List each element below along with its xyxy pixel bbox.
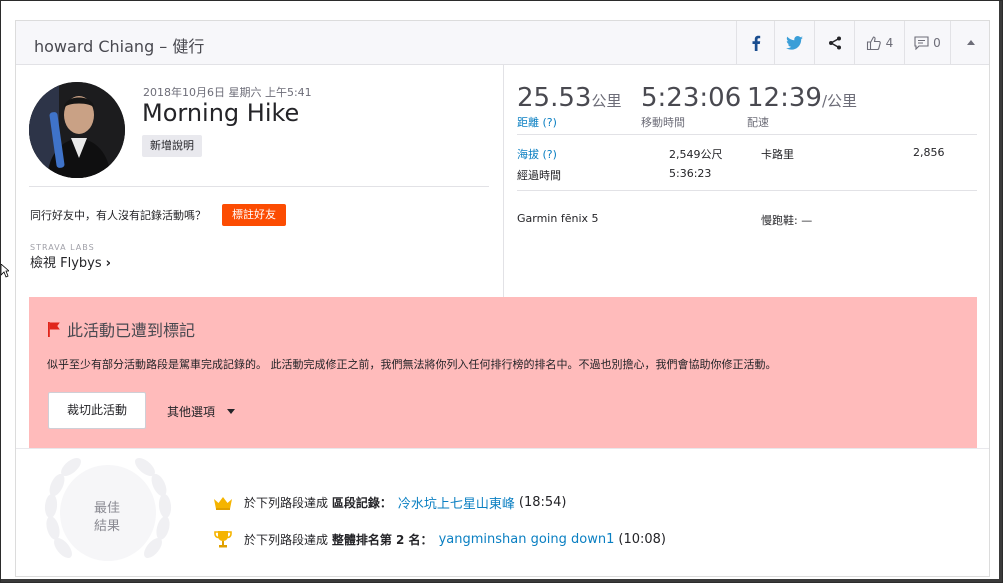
facebook-share-button[interactable] bbox=[736, 21, 774, 64]
trophy-icon bbox=[212, 529, 234, 549]
achievement-row: 於下列路段達成 整體排名第 2 名： yangminshan going dow… bbox=[212, 529, 666, 549]
comment-count: 0 bbox=[933, 35, 941, 50]
athlete-avatar[interactable] bbox=[29, 82, 125, 178]
activity-name: Morning Hike bbox=[142, 99, 300, 127]
comment-icon bbox=[914, 35, 929, 50]
segment-link[interactable]: yangminshan going down1 bbox=[439, 532, 615, 547]
kudos-count: 4 bbox=[885, 35, 894, 50]
elevation-value: 2,549公尺 bbox=[669, 148, 723, 161]
calories-label: 卡路里 bbox=[761, 148, 794, 161]
flybys-link-label: 檢視 Flybys bbox=[30, 256, 102, 271]
moving-time-value: 5:23:06 bbox=[641, 83, 742, 113]
window-frame: howard Chiang – 健行 4 0 2018年10月6日 星期六 上午… bbox=[0, 0, 1003, 583]
activity-title: howard Chiang – 健行 bbox=[34, 37, 205, 56]
activity-panel: howard Chiang – 健行 4 0 2018年10月6日 星期六 上午… bbox=[15, 20, 990, 577]
pace-value: 12:39 bbox=[747, 83, 822, 113]
elapsed-time-value: 5:36:23 bbox=[669, 167, 712, 180]
achievement-prefix: 於下列路段達成 bbox=[244, 532, 329, 547]
achievement-type: 整體排名第 2 名： bbox=[331, 532, 433, 547]
kudos-button[interactable]: 4 bbox=[854, 21, 904, 64]
activity-summary: 2018年10月6日 星期六 上午5:41 Morning Hike 新增說明 … bbox=[16, 65, 504, 297]
divider bbox=[517, 134, 977, 135]
collapse-button[interactable] bbox=[950, 21, 989, 64]
more-options-label: 其他選項 bbox=[167, 405, 216, 419]
share-icon bbox=[828, 36, 841, 49]
elapsed-time-label: 經過時間 bbox=[517, 169, 561, 182]
divider bbox=[517, 190, 977, 191]
tag-friends-button[interactable]: 標註好友 bbox=[222, 204, 286, 226]
caret-down-icon bbox=[227, 409, 236, 414]
flag-title-text: 此活動已遭到標記 bbox=[67, 321, 196, 340]
view-flybys-link[interactable]: 檢視 Flybys › bbox=[30, 252, 111, 271]
distance-value: 25.53 bbox=[517, 83, 592, 113]
shoes-info: 慢跑鞋: — bbox=[761, 214, 813, 227]
comments-button[interactable]: 0 bbox=[904, 21, 950, 64]
stat-pace: 12:39/公里 配速 bbox=[747, 83, 857, 130]
avatar-photo bbox=[29, 82, 125, 178]
flag-description: 似乎至少有部分活動路段是駕車完成記錄的。 此活動完成修正之前，我們無法將你列入任… bbox=[47, 358, 777, 371]
stat-moving-time: 5:23:06 移動時間 bbox=[641, 83, 741, 130]
moving-time-label: 移動時間 bbox=[641, 116, 685, 129]
elevation-label[interactable]: 海拔 (?) bbox=[517, 146, 557, 162]
achievement-time: (10:08) bbox=[618, 531, 666, 547]
divider bbox=[16, 448, 989, 449]
share-button[interactable] bbox=[814, 21, 854, 64]
chevron-right-icon: › bbox=[105, 256, 111, 271]
best-results-label: 最佳 結果 bbox=[82, 500, 132, 536]
more-options-dropdown[interactable]: 其他選項 bbox=[167, 403, 236, 420]
distance-label[interactable]: 距離 (?) bbox=[517, 114, 621, 130]
best-results-line2: 結果 bbox=[93, 519, 120, 534]
twitter-icon bbox=[786, 35, 803, 50]
add-description-button[interactable]: 新增說明 bbox=[142, 135, 202, 157]
pace-unit: /公里 bbox=[821, 92, 857, 110]
divider bbox=[29, 186, 489, 187]
achievement-prefix: 於下列路段達成 bbox=[244, 496, 329, 510]
achievement-time: (18:54) bbox=[518, 495, 567, 510]
activity-date: 2018年10月6日 星期六 上午5:41 bbox=[143, 86, 312, 99]
device-name: Garmin fēnix 5 bbox=[517, 212, 599, 225]
caret-up-icon bbox=[967, 40, 975, 45]
distance-unit: 公里 bbox=[591, 92, 622, 110]
achievement-row: 於下列路段達成 區段記錄： 冷水坑上七星山東峰 (18:54) bbox=[212, 493, 566, 512]
pace-label: 配速 bbox=[747, 116, 769, 129]
tag-friends-question: 同行好友中，有人沒有記錄活動嗎？ bbox=[30, 209, 206, 222]
thumbs-up-icon bbox=[866, 35, 881, 50]
twitter-share-button[interactable] bbox=[774, 21, 814, 64]
flag-icon bbox=[48, 322, 60, 337]
crown-icon bbox=[212, 496, 234, 510]
facebook-icon bbox=[752, 35, 760, 51]
best-results-section: 最佳 結果 於下列路段達成 區段記錄： 冷水坑上七星山東峰 (18:54) 於下… bbox=[16, 448, 989, 576]
segment-link[interactable]: 冷水坑上七星山東峰 bbox=[398, 493, 515, 512]
stat-distance: 25.53公里 距離 (?) bbox=[517, 83, 621, 130]
activity-header: howard Chiang – 健行 4 0 bbox=[16, 21, 989, 65]
best-results-line1: 最佳 bbox=[93, 501, 120, 516]
mouse-cursor-icon bbox=[1, 264, 9, 278]
achievement-type: 區段記錄： bbox=[331, 496, 392, 510]
crop-activity-button[interactable]: 裁切此活動 bbox=[48, 392, 146, 429]
flagged-activity-banner: 此活動已遭到標記 似乎至少有部分活動路段是駕車完成記錄的。 此活動完成修正之前，… bbox=[29, 297, 977, 448]
flag-title: 此活動已遭到標記 bbox=[47, 317, 195, 341]
strava-labs-label: STRAVA LABS bbox=[30, 243, 95, 252]
calories-value: 2,856 bbox=[913, 146, 945, 159]
